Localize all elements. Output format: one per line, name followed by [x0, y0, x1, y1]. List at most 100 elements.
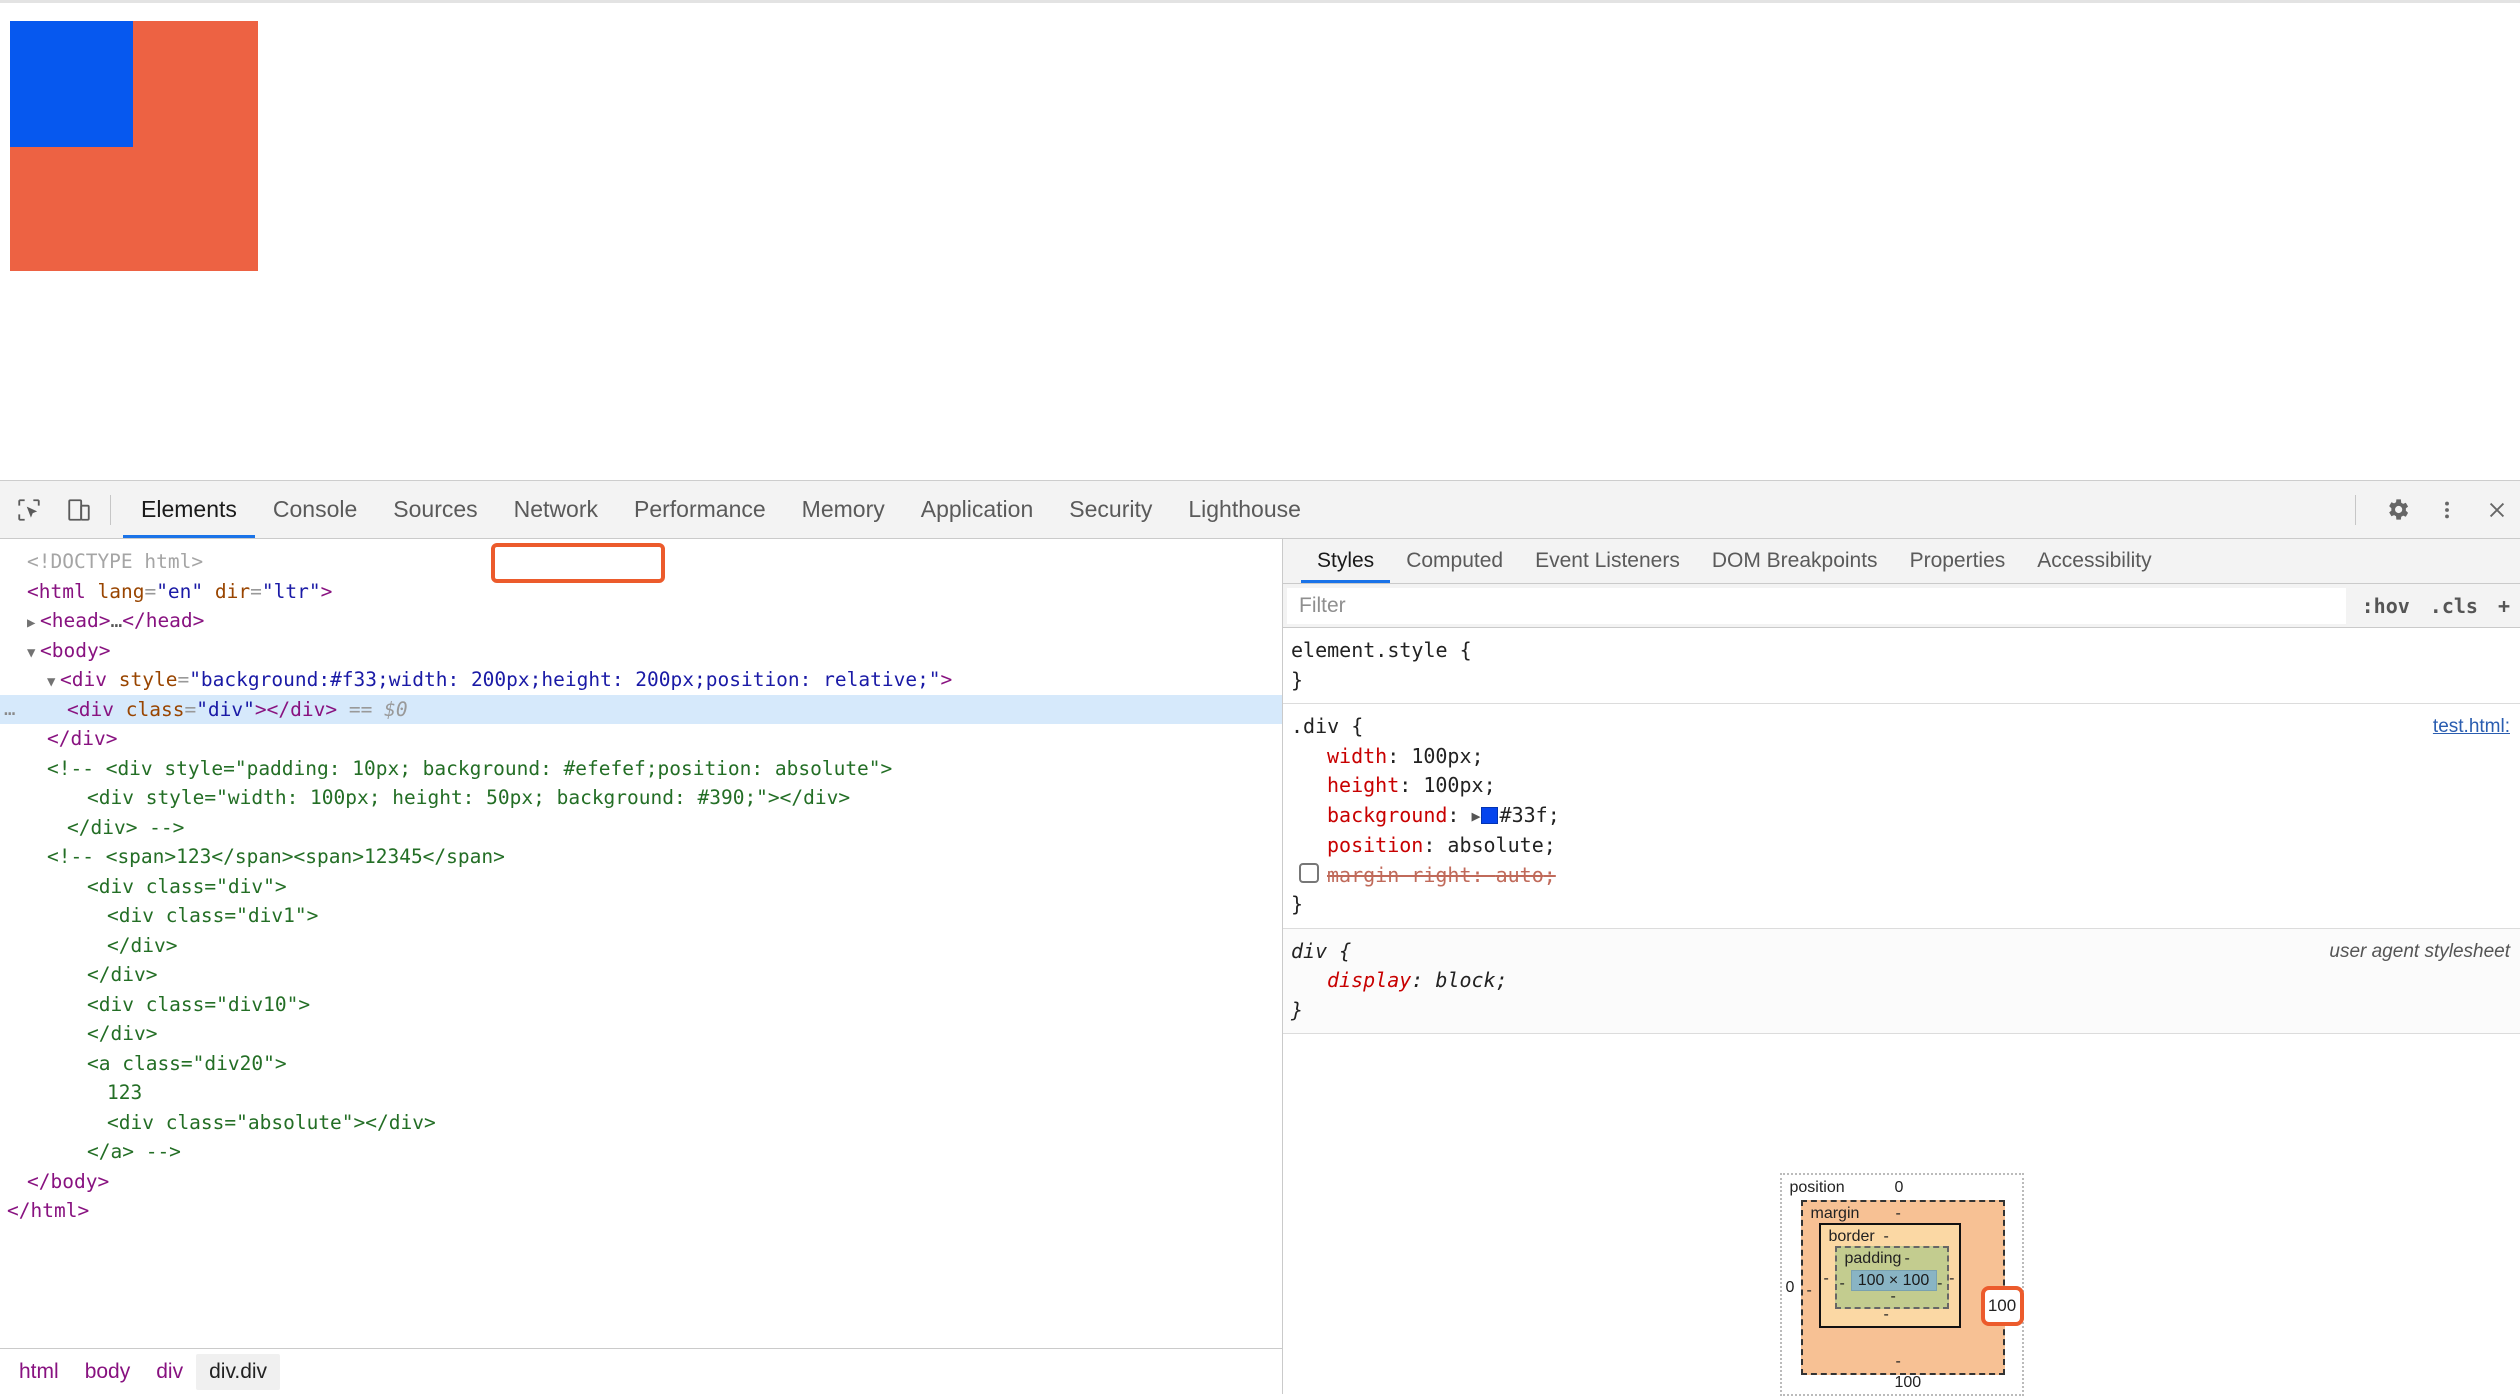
dom-line-comment2-f[interactable]: <div class="div10">: [0, 990, 1282, 1020]
inner-blue-div: [10, 21, 133, 147]
bm-border-right[interactable]: -: [1949, 1270, 1954, 1288]
style-origin-ua: user agent stylesheet: [2329, 940, 2510, 962]
bm-position-bottom[interactable]: 100: [1895, 1374, 1922, 1392]
expand-background-icon[interactable]: ▶: [1472, 802, 1481, 832]
color-swatch-33f[interactable]: [1480, 806, 1498, 824]
page-viewport: [0, 0, 2520, 480]
tab-event-listeners[interactable]: Event Listeners: [1519, 539, 1696, 583]
rule-div-user-agent[interactable]: user agent stylesheet div { display: bloc…: [1283, 928, 2520, 1034]
bm-content-box[interactable]: 100 × 100: [1850, 1270, 1937, 1291]
tab-memory[interactable]: Memory: [784, 481, 903, 538]
hov-toggle[interactable]: :hov: [2352, 594, 2420, 618]
dom-line-comment1-b[interactable]: <div style="width: 100px; height: 50px; …: [0, 783, 1282, 813]
device-toolbar-icon[interactable]: [58, 489, 100, 531]
bm-padding-left[interactable]: -: [1840, 1275, 1845, 1293]
breadcrumb: html body div div.div: [0, 1348, 1282, 1394]
dom-line-red-div-open[interactable]: ▼ <div style="background:#f33;width: 200p…: [0, 665, 1282, 695]
tab-accessibility[interactable]: Accessibility: [2021, 539, 2167, 583]
dom-line-html-close[interactable]: </html>: [0, 1196, 1282, 1226]
prop-margin-right-checkbox[interactable]: [1299, 862, 1319, 883]
style-origin-link[interactable]: test.html:: [2433, 712, 2510, 742]
prop-width-value[interactable]: 100px: [1411, 744, 1471, 768]
toolbar-right-actions: [2345, 481, 2520, 538]
bm-padding-label: padding: [1844, 1250, 1902, 1267]
bm-margin-bottom[interactable]: -: [1896, 1353, 1901, 1371]
bm-margin-left[interactable]: -: [1807, 1282, 1812, 1300]
dom-line-html-open[interactable]: <html lang="en" dir="ltr">: [0, 577, 1282, 607]
bm-padding-top[interactable]: -: [1905, 1250, 1910, 1268]
bm-border-label: border: [1828, 1228, 1875, 1245]
tab-console[interactable]: Console: [255, 481, 375, 538]
bm-position-left[interactable]: 0: [1786, 1279, 1795, 1297]
prop-background-name[interactable]: background: [1291, 803, 1447, 827]
bm-margin-top[interactable]: -: [1896, 1205, 1901, 1223]
tab-dom-breakpoints[interactable]: DOM Breakpoints: [1696, 539, 1894, 583]
rule-element-style[interactable]: element.style { }: [1283, 628, 2520, 704]
dom-line-comment2-b[interactable]: <div class="div">: [0, 872, 1282, 902]
gear-icon[interactable]: [2376, 489, 2418, 531]
toolbar-right-divider: [2355, 494, 2356, 525]
dom-line-selected-div[interactable]: … <div class="div"></div> == $0: [0, 694, 1282, 725]
prop-display-value[interactable]: block: [1435, 968, 1495, 992]
prop-margin-right-value[interactable]: auto: [1496, 863, 1544, 887]
dom-line-comment2-c[interactable]: <div class="div1">: [0, 901, 1282, 931]
inspect-element-icon[interactable]: [8, 489, 50, 531]
tab-application[interactable]: Application: [903, 481, 1052, 538]
dom-line-comment2-a[interactable]: <!-- <span>123</span><span>12345</span>: [0, 842, 1282, 872]
rule-div-class[interactable]: test.html: .div { width: 100px; height: 1…: [1283, 704, 2520, 929]
bm-position-top[interactable]: 0: [1895, 1179, 1904, 1197]
prop-width-name[interactable]: width: [1291, 744, 1387, 768]
dom-line-comment2-d[interactable]: </div>: [0, 931, 1282, 961]
styles-tab-bar: Styles Computed Event Listeners DOM Brea…: [1283, 539, 2520, 584]
styles-filter-input[interactable]: [1287, 587, 2346, 624]
prop-display-name[interactable]: display: [1291, 968, 1411, 992]
dom-line-doctype[interactable]: <!DOCTYPE html>: [0, 547, 1282, 577]
prop-background-value[interactable]: #33f: [1500, 803, 1548, 827]
bm-padding-box: padding - - - - 100 × 100: [1834, 1246, 1949, 1309]
prop-position-value[interactable]: absolute: [1447, 833, 1543, 857]
annotation-box-width-100: 100: [1980, 1286, 2024, 1326]
bm-padding-right[interactable]: -: [1937, 1275, 1942, 1293]
prop-height-value[interactable]: 100px: [1423, 773, 1483, 797]
dom-line-head[interactable]: ▶ <head>…</head>: [0, 606, 1282, 636]
dom-line-comment1-a[interactable]: <!-- <div style="padding: 10px; backgrou…: [0, 754, 1282, 784]
tab-performance[interactable]: Performance: [616, 481, 784, 538]
kebab-menu-icon[interactable]: [2426, 489, 2468, 531]
breadcrumb-item-div[interactable]: div: [143, 1354, 196, 1390]
dom-line-comment2-i[interactable]: 123: [0, 1078, 1282, 1108]
close-icon[interactable]: [2476, 489, 2518, 531]
tab-properties[interactable]: Properties: [1894, 539, 2022, 583]
bm-border-top[interactable]: -: [1884, 1228, 1889, 1246]
tab-network[interactable]: Network: [496, 481, 616, 538]
cls-toggle[interactable]: .cls: [2420, 594, 2488, 618]
bm-margin-label: margin: [1810, 1205, 1860, 1222]
tab-sources[interactable]: Sources: [375, 481, 495, 538]
breadcrumb-item-div-div[interactable]: div.div: [196, 1353, 281, 1390]
dom-line-comment2-h[interactable]: <a class="div20">: [0, 1049, 1282, 1079]
toolbar-divider: [110, 494, 111, 525]
dom-line-comment2-k[interactable]: </a> -->: [0, 1137, 1282, 1167]
dom-line-comment2-e[interactable]: </div>: [0, 960, 1282, 990]
dom-line-body-close[interactable]: </body>: [0, 1167, 1282, 1197]
styles-pane: Styles Computed Event Listeners DOM Brea…: [1283, 539, 2520, 1396]
dom-line-red-div-close[interactable]: </div>: [0, 724, 1282, 754]
dom-line-comment2-g[interactable]: </div>: [0, 1019, 1282, 1049]
devtools-toolbar: Elements Console Sources Network Perform…: [0, 481, 2520, 539]
new-style-rule-button[interactable]: +: [2488, 594, 2520, 618]
dom-line-comment2-j[interactable]: <div class="absolute"></div>: [0, 1108, 1282, 1138]
tab-lighthouse[interactable]: Lighthouse: [1170, 481, 1319, 538]
tab-security[interactable]: Security: [1051, 481, 1170, 538]
prop-height-name[interactable]: height: [1291, 773, 1399, 797]
breadcrumb-item-html[interactable]: html: [6, 1354, 72, 1390]
breadcrumb-item-body[interactable]: body: [72, 1354, 144, 1390]
tab-computed[interactable]: Computed: [1390, 539, 1519, 583]
styles-filter-row: :hov .cls +: [1283, 584, 2520, 628]
expand-ellipsis-icon[interactable]: …: [4, 695, 16, 725]
dom-tree[interactable]: <!DOCTYPE html> <html lang="en" dir="ltr…: [0, 539, 1282, 1348]
bm-border-left[interactable]: -: [1824, 1270, 1829, 1288]
tab-elements[interactable]: Elements: [123, 481, 255, 538]
prop-position-name[interactable]: position: [1291, 833, 1423, 857]
tab-styles[interactable]: Styles: [1301, 539, 1391, 583]
dom-line-body-open[interactable]: ▼ <body>: [0, 636, 1282, 666]
dom-line-comment1-c[interactable]: </div> -->: [0, 813, 1282, 843]
